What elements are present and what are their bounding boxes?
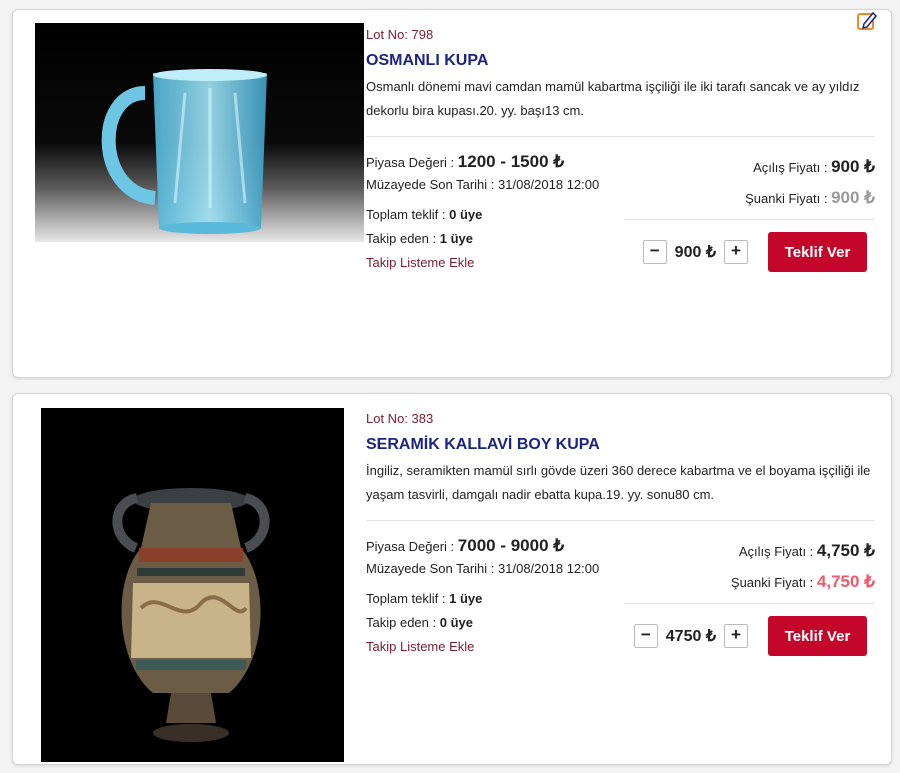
price-panel: Açılış Fiyatı : 900 ₺ Şuanki Fiyatı : 90… — [615, 152, 875, 214]
market-value-label: Piyasa Değeri : — [366, 539, 455, 554]
lot-card: Lot No: 798 OSMANLI KUPA Osmanlı dönemi … — [12, 9, 892, 378]
total-bids: 0 üye — [449, 207, 483, 222]
place-bid-button[interactable]: Teklif Ver — [768, 616, 867, 656]
lot-details: Piyasa Değeri : 1200 - 1500 ₺ Müzayede S… — [366, 151, 611, 274]
deadline-label: Müzayede Son Tarihi : — [366, 177, 495, 192]
divider — [366, 136, 875, 137]
total-bids-label: Toplam teklif : — [366, 591, 446, 606]
current-price: 900 ₺ — [831, 188, 875, 207]
followers-label: Takip eden : — [366, 615, 437, 630]
followers: 0 üye — [439, 615, 473, 630]
lot-number: Lot No: 798 — [366, 27, 434, 42]
opening-price-label: Açılış Fiyatı : — [753, 160, 828, 175]
decrease-bid-button[interactable]: − — [642, 240, 667, 264]
market-value: 1200 - 1500 ₺ — [457, 152, 565, 171]
bid-controls: − 900 ₺ + Teklif Ver — [642, 232, 867, 272]
lot-details: Piyasa Değeri : 7000 - 9000 ₺ Müzayede S… — [366, 535, 611, 658]
divider — [366, 520, 875, 521]
opening-price: 900 ₺ — [831, 157, 875, 176]
bid-controls: − 4750 ₺ + Teklif Ver — [633, 616, 867, 656]
increase-bid-button[interactable]: + — [724, 624, 748, 648]
total-bids: 1 üye — [449, 591, 483, 606]
divider — [624, 219, 875, 220]
deadline: 31/08/2018 12:00 — [498, 177, 600, 192]
ceramic-vase-photo-icon — [41, 408, 344, 762]
opening-price: 4,750 ₺ — [816, 541, 875, 560]
add-to-watchlist-link[interactable]: Takip Listeme Ekle — [366, 639, 474, 654]
total-bids-label: Toplam teklif : — [366, 207, 446, 222]
market-value: 7000 - 9000 ₺ — [457, 536, 565, 555]
place-bid-button[interactable]: Teklif Ver — [768, 232, 867, 272]
bid-amount: 900 ₺ — [674, 244, 716, 261]
opening-price-label: Açılış Fiyatı : — [738, 544, 814, 559]
lot-description: İngiliz, seramikten mamül sırlı gövde üz… — [366, 463, 871, 502]
market-value-label: Piyasa Değeri : — [366, 155, 455, 170]
add-to-watchlist-link[interactable]: Takip Listeme Ekle — [366, 255, 474, 270]
bid-amount: 4750 ₺ — [665, 628, 716, 645]
price-panel: Açılış Fiyatı : 4,750 ₺ Şuanki Fiyatı : … — [615, 536, 875, 598]
lot-title[interactable]: SERAMİK KALLAVİ BOY KUPA — [366, 436, 600, 454]
lot-description: Osmanlı dönemi mavi camdan mamül kabartm… — [366, 79, 860, 118]
lot-card: Lot No: 383 SERAMİK KALLAVİ BOY KUPA İng… — [12, 393, 892, 765]
current-price: 4,750 ₺ — [816, 572, 875, 591]
deadline-label: Müzayede Son Tarihi : — [366, 561, 495, 576]
edit-icon[interactable] — [856, 10, 878, 32]
followers-label: Takip eden : — [366, 231, 437, 246]
deadline: 31/08/2018 12:00 — [498, 561, 600, 576]
decrease-bid-button[interactable]: − — [633, 624, 658, 648]
current-price-label: Şuanki Fiyatı : — [745, 191, 828, 206]
lot-title[interactable]: OSMANLI KUPA — [366, 52, 488, 70]
lot-image[interactable] — [35, 23, 364, 242]
divider — [624, 603, 875, 604]
followers: 1 üye — [439, 231, 473, 246]
lot-number: Lot No: 383 — [366, 411, 434, 426]
current-price-label: Şuanki Fiyatı : — [730, 575, 814, 590]
glass-mug-photo-icon — [35, 23, 364, 242]
increase-bid-button[interactable]: + — [724, 240, 748, 264]
lot-image[interactable] — [41, 408, 344, 762]
